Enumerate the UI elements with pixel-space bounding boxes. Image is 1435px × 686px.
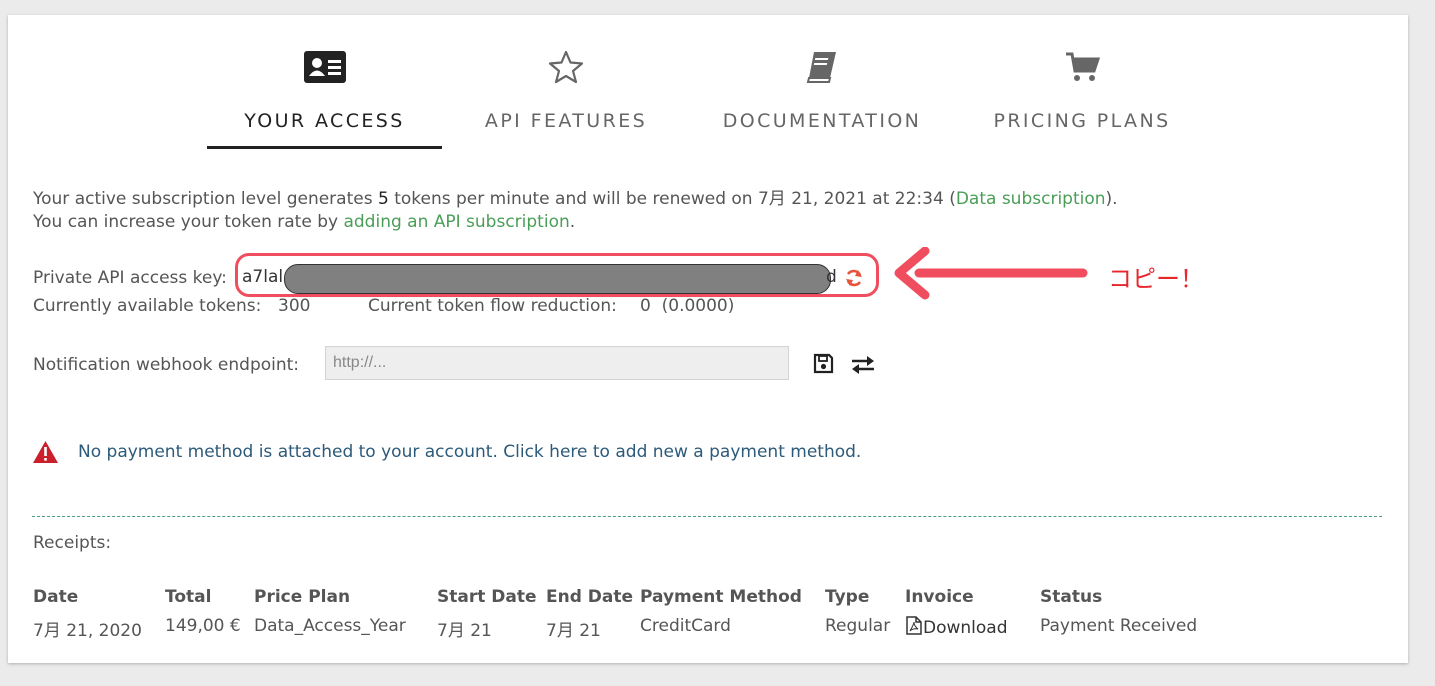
column-header-date: Date [33,587,79,607]
subscription-text: Your active subscription level generates [33,189,373,209]
tab-label: PRICING PLANS [993,110,1171,132]
shopping-cart-icon [1060,47,1104,87]
download-label: Download [923,618,1008,638]
id-card-icon [303,47,347,87]
api-key-value-start[interactable]: a7lal [242,267,283,287]
webhook-label: Notification webhook endpoint: [33,355,300,375]
receipts-label: Receipts: [33,533,112,553]
section-divider [32,516,1382,517]
available-tokens-value: 300 [278,296,311,316]
cell-start-date: 7月 21 [437,621,492,641]
available-tokens-label: Currently available tokens: [33,296,262,316]
column-header-start-date: Start Date [437,587,537,607]
tab-label: DOCUMENTATION [722,110,922,132]
refresh-icon[interactable] [844,268,864,288]
token-rate-text: . [569,212,576,232]
subscription-text: tokens per minute and will be renewed on… [394,189,956,209]
data-subscription-link[interactable]: Data subscription [956,189,1106,209]
cell-date: 7月 21, 2020 [33,621,142,641]
token-rate-text: You can increase your token rate by [33,212,339,232]
column-header-price-plan: Price Plan [254,587,351,607]
cell-end-date: 7月 21 [546,621,601,641]
tab-documentation[interactable]: DOCUMENTATION [708,15,936,150]
tab-label: YOUR ACCESS [244,110,405,132]
copy-annotation: コピー！ [1108,265,1204,293]
api-key-value-end: d [826,267,837,287]
cell-price-plan: Data_Access_Year [254,616,406,636]
column-header-status: Status [1040,587,1103,607]
column-header-end-date: End Date [546,587,634,607]
active-tab-indicator [207,146,442,149]
token-rate-info: You can increase your token rate by addi… [33,212,575,232]
cell-status: Payment Received [1040,616,1198,636]
flow-reduction-value: 0 (0.0000) [640,296,735,316]
tab-api-features[interactable]: API FEATURES [471,15,661,150]
api-key-redaction [284,264,831,294]
cell-type: Regular [825,616,891,636]
book-icon [800,47,844,87]
flow-reduction-label: Current token flow reduction: [368,296,617,316]
warning-icon [32,440,59,469]
pdf-file-icon [906,616,922,635]
cell-total: 149,00 € [165,616,241,636]
column-header-payment-method: Payment Method [640,587,802,607]
exchange-icon[interactable] [851,355,875,380]
column-header-type: Type [825,587,870,607]
webhook-url-input[interactable] [325,346,789,380]
cell-payment-method: CreditCard [640,616,731,636]
floppy-disk-icon[interactable] [813,353,834,379]
tab-pricing-plans[interactable]: PRICING PLANS [976,15,1188,150]
annotation-arrow [894,247,1088,300]
subscription-info: Your active subscription level generates… [33,184,1118,209]
star-icon [544,47,588,87]
subscription-text: ). [1105,189,1118,209]
access-panel: YOUR ACCESS API FEATURES DOCUMENTATION P… [8,15,1408,663]
download-invoice-link[interactable]: Download [905,616,1008,638]
add-payment-method-link[interactable]: No payment method is attached to your ac… [78,442,861,462]
column-header-invoice: Invoice [905,587,974,607]
add-api-subscription-link[interactable]: adding an API subscription [343,212,569,232]
api-key-label: Private API access key: [33,268,227,288]
column-header-total: Total [165,587,212,607]
tab-label: API FEATURES [484,110,648,132]
tab-your-access[interactable]: YOUR ACCESS [207,15,442,150]
tokens-per-minute: 5 [377,189,389,209]
